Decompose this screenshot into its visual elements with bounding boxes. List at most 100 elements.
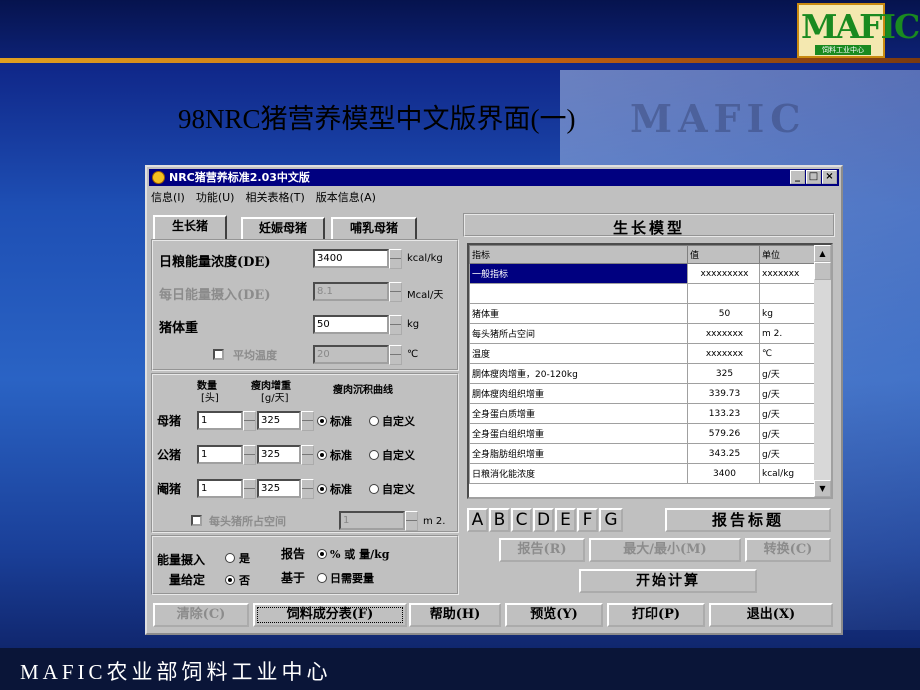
close-button[interactable]: × — [822, 170, 837, 184]
barrow-standard-radio[interactable] — [317, 484, 327, 494]
window-titlebar[interactable]: NRC猪营养标准2.03中文版 _ □ × — [149, 169, 839, 186]
table-row[interactable]: 一般指标 xxxxxxxxx xxxxxxx — [469, 263, 816, 284]
tab-gestating-sow[interactable]: 妊娠母猪 — [241, 217, 325, 239]
table-row[interactable] — [469, 283, 816, 304]
daily-req-radio[interactable] — [317, 573, 327, 583]
boar-gain-spinner[interactable] — [301, 445, 314, 465]
vertical-scrollbar[interactable]: ▲ ▼ — [814, 245, 831, 497]
avg-temp-spinner[interactable] — [389, 345, 402, 365]
daily-energy-input[interactable]: 8.1 — [313, 282, 389, 301]
mafic-logo: MAFIC 饲料工业中心 — [797, 3, 920, 58]
boar-gain-input[interactable]: 325 — [257, 445, 301, 464]
logo-sub-text: 饲料工业中心 — [815, 45, 871, 55]
exit-button[interactable]: 退出(X) — [709, 603, 833, 627]
de-spinner[interactable] — [389, 249, 402, 269]
space-label: 每头猪所占空间 — [209, 515, 286, 528]
start-calc-button[interactable]: 开始计算 — [579, 569, 757, 593]
sow-standard-radio[interactable] — [317, 416, 327, 426]
cell-metric: 全身蛋白组织增重 — [469, 423, 688, 444]
report-title-button[interactable]: 报告标题 — [665, 508, 831, 532]
tab-letter-g[interactable]: G — [599, 508, 623, 532]
space-input[interactable]: 1 — [339, 511, 405, 530]
col-header-unit[interactable]: 单位 — [759, 245, 816, 264]
weight-spinner[interactable] — [389, 315, 402, 335]
scroll-thumb[interactable] — [814, 262, 831, 280]
tab-letter-b[interactable]: B — [489, 508, 510, 532]
avg-temp-input[interactable]: 20 — [313, 345, 389, 364]
results-grid[interactable]: 指标 值 单位 一般指标 xxxxxxxxx xxxxxxx 猪体重 50 kg 每头猪… — [467, 243, 833, 499]
tab-lactating-sow[interactable]: 哺乳母猪 — [331, 217, 417, 239]
percent-radio[interactable] — [317, 549, 327, 559]
de-label: 日粮能量浓度(DE) — [159, 255, 271, 270]
menu-tables[interactable]: 相关表格(T) — [245, 189, 304, 205]
table-row[interactable]: 日粮消化能浓度 3400 kcal/kg — [469, 463, 816, 484]
sow-custom-radio[interactable] — [369, 416, 379, 426]
sow-gain-spinner[interactable] — [301, 411, 314, 431]
tab-letter-d[interactable]: D — [533, 508, 554, 532]
barrow-gain-spinner[interactable] — [301, 479, 314, 499]
menu-function[interactable]: 功能(U) — [196, 189, 235, 205]
boar-custom-radio[interactable] — [369, 450, 379, 460]
building-sign: MAFIC — [630, 96, 807, 141]
preview-button[interactable]: 预览(Y) — [505, 603, 603, 627]
maximize-button[interactable]: □ — [806, 170, 821, 184]
scroll-up-icon[interactable]: ▲ — [814, 245, 831, 262]
energy-intake-label: 能量摄入 — [157, 553, 206, 567]
table-row[interactable]: 全身蛋白组织增重 579.26 g/天 — [469, 423, 816, 444]
table-row[interactable]: 温度 xxxxxxx ℃ — [469, 343, 816, 364]
col-header-value[interactable]: 值 — [687, 245, 760, 264]
weight-input[interactable]: 50 — [313, 315, 389, 334]
table-row[interactable]: 每头猪所占空间 xxxxxxx m 2. — [469, 323, 816, 344]
convert-button[interactable]: 转换(C) — [745, 538, 831, 562]
boar-standard-radio[interactable] — [317, 450, 327, 460]
col-header-metric[interactable]: 指标 — [469, 245, 688, 264]
table-row[interactable]: 胴体瘦肉组织增重 339.73 g/天 — [469, 383, 816, 404]
minimize-button[interactable]: _ — [790, 170, 805, 184]
table-row[interactable]: 全身蛋白质增重 133.23 g/天 — [469, 403, 816, 424]
table-row[interactable]: 猪体重 50 kg — [469, 303, 816, 324]
curve-header: 瘦肉沉积曲线 — [333, 385, 393, 396]
tab-growing-pig[interactable]: 生长猪 — [153, 215, 227, 239]
maxmin-button[interactable]: 最大/最小(M) — [589, 538, 741, 562]
tab-letter-a[interactable]: A — [467, 508, 488, 532]
barrow-count-spinner[interactable] — [243, 479, 256, 499]
tab-letter-f[interactable]: F — [577, 508, 598, 532]
avg-temp-checkbox[interactable] — [213, 349, 224, 360]
menu-info[interactable]: 信息(I) — [151, 189, 185, 205]
space-checkbox[interactable] — [191, 515, 202, 526]
cell-unit: g/天 — [759, 383, 816, 404]
help-button[interactable]: 帮助(H) — [409, 603, 501, 627]
tab-letter-c[interactable]: C — [511, 508, 532, 532]
space-spinner[interactable] — [405, 511, 418, 531]
sow-count-spinner[interactable] — [243, 411, 256, 431]
tab-letter-e[interactable]: E — [555, 508, 576, 532]
table-row[interactable]: 胴体瘦肉增重，20-120kg 325 g/天 — [469, 363, 816, 384]
window-title: NRC猪营养标准2.03中文版 — [169, 171, 310, 184]
clear-button[interactable]: 清除(C) — [153, 603, 249, 627]
barrow-custom-radio[interactable] — [369, 484, 379, 494]
boar-count-input[interactable]: 1 — [197, 445, 243, 464]
energy-no-radio[interactable] — [225, 575, 235, 585]
sow-standard-label: 标准 — [330, 415, 352, 428]
cell-metric: 日粮消化能浓度 — [469, 463, 688, 484]
daily-energy-label: 每日能量摄入(DE) — [159, 288, 271, 303]
barrow-count-input[interactable]: 1 — [197, 479, 243, 498]
boar-count-spinner[interactable] — [243, 445, 256, 465]
energy-yes-radio[interactable] — [225, 553, 235, 563]
print-button[interactable]: 打印(P) — [607, 603, 705, 627]
app-icon — [152, 171, 165, 184]
report-button[interactable]: 报告(R) — [499, 538, 585, 562]
barrow-gain-input[interactable]: 325 — [257, 479, 301, 498]
table-row[interactable]: 全身脂肪组织增重 343.25 g/天 — [469, 443, 816, 464]
boar-custom-label: 自定义 — [382, 449, 415, 462]
cell-value: 343.25 — [687, 443, 760, 464]
sow-gain-input[interactable]: 325 — [257, 411, 301, 430]
scroll-down-icon[interactable]: ▼ — [814, 480, 831, 497]
sow-count-input[interactable]: 1 — [197, 411, 243, 430]
daily-energy-spinner[interactable] — [389, 282, 402, 302]
de-input[interactable]: 3400 — [313, 249, 389, 268]
feed-table-button[interactable]: 饲料成分表(F) — [253, 603, 407, 627]
avg-temp-label: 平均温度 — [233, 349, 277, 362]
menu-version[interactable]: 版本信息(A) — [316, 189, 376, 205]
barrow-custom-label: 自定义 — [382, 483, 415, 496]
